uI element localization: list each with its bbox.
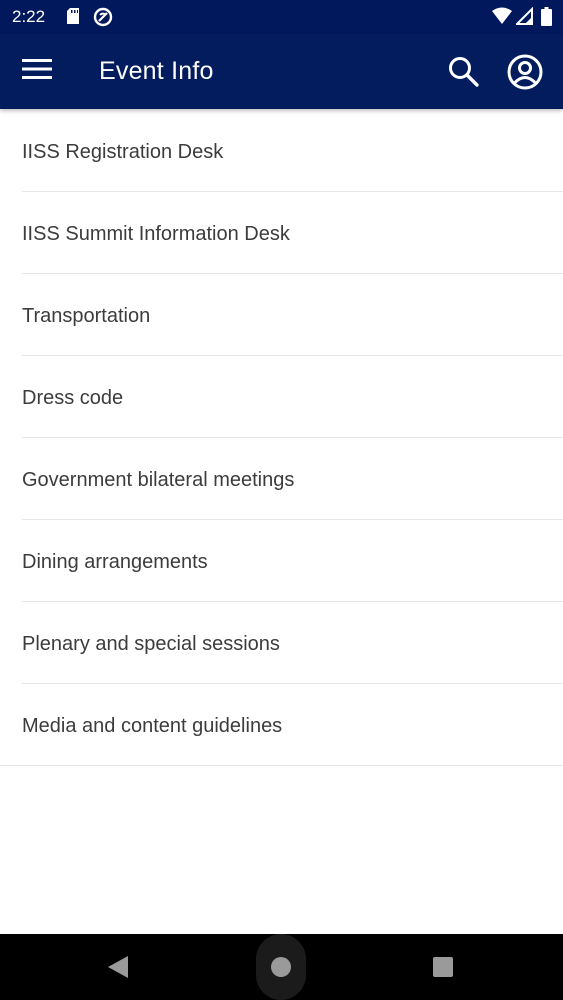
back-button[interactable]: [106, 955, 130, 984]
list-item-bilateral-meetings[interactable]: Government bilateral meetings: [22, 438, 563, 520]
status-time: 2:22: [12, 7, 46, 26]
no-interruptions-icon: [93, 7, 113, 32]
list-item-media-guidelines[interactable]: Media and content guidelines: [0, 684, 563, 766]
list-item-dining-arrangements[interactable]: Dining arrangements: [22, 520, 563, 602]
account-button[interactable]: [505, 52, 545, 92]
list-item-information-desk[interactable]: IISS Summit Information Desk: [22, 192, 563, 274]
status-bar: 2:22: [0, 0, 563, 34]
list-item-label: Media and content guidelines: [22, 715, 283, 737]
app-bar: Event Info: [0, 34, 563, 109]
search-icon: [449, 57, 479, 87]
menu-icon: [22, 59, 52, 79]
list-item-transportation[interactable]: Transportation: [22, 274, 563, 356]
list-item-label: IISS Summit Information Desk: [22, 223, 290, 245]
home-button[interactable]: [256, 934, 306, 1000]
event-info-list: IISS Registration Desk IISS Summit Infor…: [0, 110, 563, 766]
page-title: Event Info: [99, 57, 214, 85]
wifi-icon: [492, 7, 512, 30]
battery-icon: [541, 7, 552, 31]
list-item-dress-code[interactable]: Dress code: [22, 356, 563, 438]
home-icon: [271, 957, 291, 977]
list-item-registration-desk[interactable]: IISS Registration Desk: [22, 110, 563, 192]
list-item-label: Dining arrangements: [22, 551, 208, 573]
search-button[interactable]: [446, 54, 482, 90]
list-item-label: Dress code: [22, 387, 124, 409]
list-item-label: IISS Registration Desk: [22, 141, 224, 163]
account-icon: [507, 54, 543, 90]
list-item-label: Government bilateral meetings: [22, 469, 295, 491]
list-item-plenary-sessions[interactable]: Plenary and special sessions: [22, 602, 563, 684]
sd-card-icon: [66, 7, 80, 30]
recents-icon[interactable]: [433, 957, 453, 977]
list-item-label: Transportation: [22, 305, 151, 327]
back-icon: [108, 956, 128, 978]
list-item-label: Plenary and special sessions: [22, 633, 280, 655]
cellular-signal-icon: [514, 6, 533, 30]
menu-button[interactable]: [22, 57, 56, 87]
